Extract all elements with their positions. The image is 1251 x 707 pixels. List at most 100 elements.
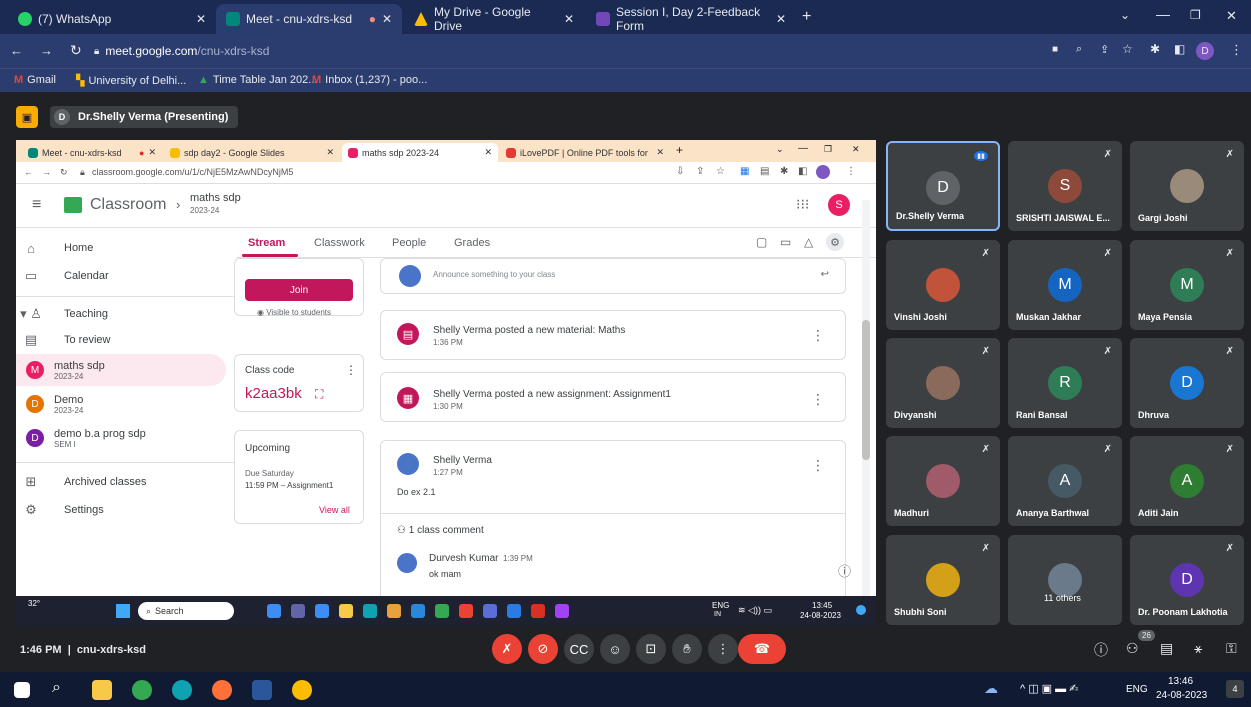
camera-off-button[interactable]: ⊘ [528, 634, 558, 664]
windows-start-icon[interactable] [14, 682, 30, 698]
zoom-icon[interactable]: ⌕ [1076, 43, 1082, 56]
close-icon: ✕ [656, 147, 664, 157]
profile-avatar [816, 165, 830, 179]
participant-avatar: D [1170, 366, 1204, 400]
participant-name: Muskan Jakhar [1016, 312, 1082, 322]
gmail-icon: M [14, 74, 24, 86]
camera-icon[interactable]: ■ [1052, 44, 1058, 55]
wifi-icon: ≋ ◁)) ▭ [738, 605, 772, 615]
close-icon[interactable]: ✕ [776, 12, 786, 26]
tray-icons[interactable]: ^ ◫ ▣ ▬ ✍ [1020, 682, 1078, 695]
app-icon [483, 604, 497, 618]
participant-tile[interactable]: Gargi Joshi ✗ [1130, 141, 1244, 231]
close-window-icon[interactable]: ✕ [1226, 8, 1237, 24]
participant-name: Aditi Jain [1138, 508, 1179, 518]
participant-tile[interactable]: R Rani Bansal ✗ [1008, 338, 1122, 428]
notification-icon [856, 605, 866, 615]
participant-tile[interactable]: D Dr. Poonam Lakhotia ✗ [1130, 535, 1244, 625]
close-icon[interactable]: ✕ [196, 12, 206, 26]
participant-name: Vinshi Joshi [894, 312, 947, 322]
participant-name: Dr.Shelly Verma [896, 211, 965, 221]
bookmark-inbox[interactable]: M Inbox (1,237) - poo... [312, 74, 427, 86]
raise-hand-button[interactable]: ✋︎ [672, 634, 702, 664]
firefox-icon[interactable] [212, 680, 232, 700]
bookmark-timetable[interactable]: ▲ Time Table Jan 202... [198, 74, 317, 86]
forward-icon[interactable]: → [40, 43, 53, 58]
bookmark-gmail[interactable]: M Gmail [14, 74, 56, 86]
participant-avatar [926, 563, 960, 597]
bookmark-label: Gmail [27, 74, 56, 86]
captions-button[interactable]: CC [564, 634, 594, 664]
participant-tile[interactable]: Shubhi Soni ✗ [886, 535, 1000, 625]
reload-icon[interactable]: ↻ [70, 42, 82, 59]
tab-meet[interactable]: Meet - cnu-xdrs-ksd ● ✕ [216, 4, 402, 34]
notification-badge[interactable]: 4 [1226, 680, 1244, 698]
chrome-icon[interactable] [132, 680, 152, 700]
tab-drive[interactable]: My Drive - Google Drive ✕ [404, 4, 584, 34]
file-explorer-icon[interactable] [92, 680, 112, 700]
shared-screen: Meet - cnu-xdrs-ksd ● ✕ sdp day2 - Google … [16, 140, 876, 626]
edge-icon[interactable] [172, 680, 192, 700]
mic-muted-icon: ✗ [1103, 444, 1112, 455]
bookmark-du[interactable]: ▚ University of Delhi... [76, 74, 186, 88]
recording-dot-icon: ● [139, 147, 145, 158]
participant-tile[interactable]: Divyanshi ✗ [886, 338, 1000, 428]
host-controls-icon[interactable]: ⚿ [1226, 640, 1237, 657]
tab-whatsapp[interactable]: (7) WhatsApp ✕ [8, 4, 216, 34]
participant-tile[interactable]: Madhuri ✗ [886, 436, 1000, 526]
participant-tile[interactable]: Vinshi Joshi ✗ [886, 240, 1000, 330]
comments-count: 1 class comment [408, 525, 484, 536]
people-icon[interactable]: ⚇ [1126, 640, 1139, 657]
participant-tile[interactable]: 11 others [1008, 535, 1122, 625]
class-sub: 2023-24 [54, 371, 84, 381]
announcement-time: 1:27 PM [433, 468, 463, 477]
chrome-icon[interactable] [292, 680, 312, 700]
back-icon[interactable]: ← [10, 43, 23, 58]
new-tab-icon[interactable]: + [802, 8, 811, 26]
close-icon[interactable]: ✕ [564, 12, 574, 26]
tab-label: Meet - cnu-xdrs-ksd [246, 12, 353, 26]
mic-off-button[interactable]: ✗ [492, 634, 522, 664]
chat-icon[interactable]: ▤ [1160, 640, 1173, 657]
app-icon [411, 604, 425, 618]
participant-name: 11 others [1044, 593, 1081, 603]
meeting-time: 1:46 PM | cnu-xdrs-ksd [20, 644, 146, 656]
present-button[interactable]: ⊡ [636, 634, 666, 664]
participant-tile[interactable]: A Aditi Jain ✗ [1130, 436, 1244, 526]
maximize-icon[interactable]: ❐ [1190, 8, 1201, 22]
present-icon[interactable]: ▣ [16, 106, 38, 128]
leave-call-button[interactable]: ☎ [738, 634, 786, 664]
minimize-icon[interactable]: — [1156, 6, 1170, 22]
mic-muted-icon: ✗ [1225, 248, 1234, 259]
chevron-down-icon[interactable]: ⌄ [1120, 8, 1130, 22]
more-options-button[interactable]: ⋮ [708, 634, 738, 664]
participant-tile[interactable]: D Dr.Shelly Verma ▮▮ [886, 141, 1000, 231]
share-icon[interactable]: ⇪ [1100, 43, 1109, 56]
participant-tile[interactable]: D Dhruva ✗ [1130, 338, 1244, 428]
participant-tile[interactable]: S SRISHTI JAISWAL E... ✗ [1008, 141, 1122, 231]
participant-tile[interactable]: M Maya Pensia ✗ [1130, 240, 1244, 330]
participant-tile[interactable]: A Ananya Barthwal ✗ [1008, 436, 1122, 526]
search-icon[interactable]: ⌕ [52, 679, 61, 697]
emoji-button[interactable]: ☺ [600, 634, 630, 664]
activities-icon[interactable]: ⚹ [1194, 640, 1202, 657]
word-icon[interactable] [252, 680, 272, 700]
url-field[interactable]: 🔒︎ meet.google.com/cnu-xdrs-ksd [94, 39, 1014, 63]
star-icon[interactable]: ☆ [1122, 42, 1133, 56]
profile-avatar[interactable]: D [1196, 42, 1214, 60]
menu-icon[interactable]: ⋮ [1230, 42, 1243, 58]
upcoming-label: Upcoming [245, 443, 291, 454]
info-icon[interactable]: ⓘ [1094, 640, 1108, 660]
author-name: Shelly Verma [433, 455, 492, 466]
close-icon[interactable]: ✕ [382, 12, 392, 26]
university-icon: ▚ [76, 75, 85, 87]
participant-tile[interactable]: M Muskan Jakhar ✗ [1008, 240, 1122, 330]
archive-icon: ⊞ [25, 474, 37, 489]
extensions-icon[interactable]: ✱ [1150, 42, 1160, 56]
bookmarks-bar: M Gmail ▚ University of Delhi... ▲ Time Tab… [0, 68, 1251, 92]
extension-icon: ▦ [740, 166, 750, 177]
tab-forms[interactable]: Session I, Day 2-Feedback Form ✕ [586, 4, 796, 34]
onedrive-icon[interactable]: ☁ [984, 680, 998, 697]
people-count-badge: 26 [1138, 630, 1155, 641]
sidepanel-icon[interactable]: ◧ [1174, 42, 1185, 56]
